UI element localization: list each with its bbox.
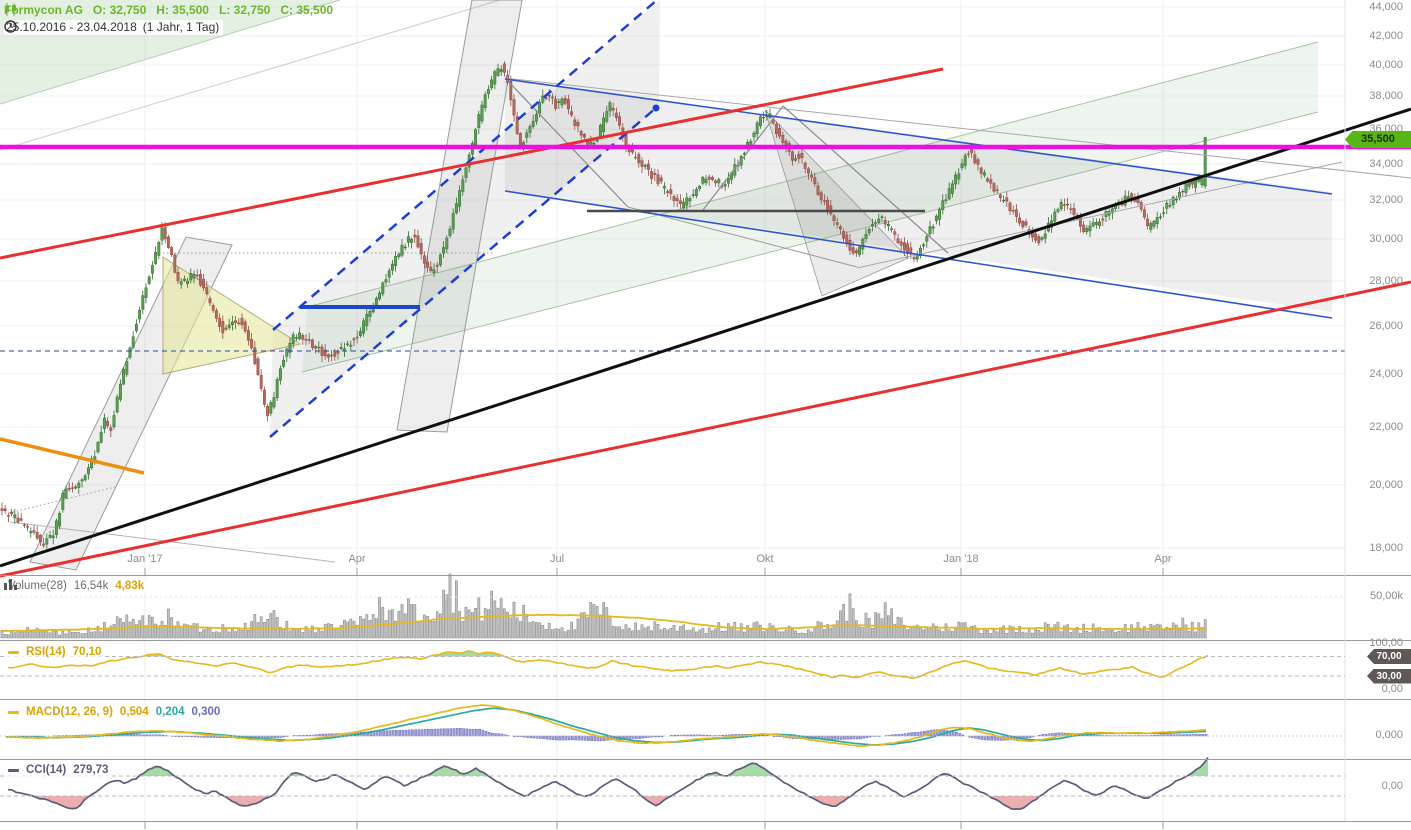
- axis-ticks: [144, 568, 1164, 829]
- price-axis-label: 30,000: [1369, 233, 1403, 245]
- time-axis-label: Apr: [1154, 553, 1172, 565]
- cci-value: 279,73: [73, 764, 109, 776]
- price-axis-label: 38,000: [1369, 90, 1403, 102]
- rsi-70-tag: 70,00: [1367, 649, 1411, 664]
- price-axis-label: 34,000: [1369, 158, 1403, 170]
- rsi-panel-label[interactable]: RSI(14) 70,10: [4, 645, 106, 659]
- rsi-30-tag: 30,00: [1367, 668, 1411, 684]
- price-axis-label: 26,000: [1369, 320, 1403, 332]
- macd-signal-value: 0,204: [155, 706, 185, 718]
- price-axis-label: 24,000: [1369, 368, 1403, 380]
- price-axis-label: 42,000: [1369, 30, 1403, 42]
- trendline-end-dot[interactable]: [652, 104, 660, 112]
- rsi-series: [7, 650, 1209, 680]
- volume-panel-label[interactable]: Volume(28) 16,54k 4,83k: [4, 579, 149, 593]
- low-value: L: 32,750: [218, 3, 271, 17]
- price-axis-label: 18,000: [1369, 542, 1403, 554]
- open-value: O: 32,750: [92, 3, 147, 17]
- bars-icon: [4, 579, 17, 590]
- macd-hist-value: 0,300: [191, 706, 221, 718]
- candlestick-icon: [5, 3, 16, 16]
- dash-icon: [8, 768, 19, 772]
- high-value: H: 35,500: [156, 3, 209, 17]
- time-axis-label: Apr: [348, 553, 366, 565]
- dash-icon: [8, 650, 19, 654]
- dash-icon: [8, 710, 19, 714]
- price-axis-label: 44,000: [1369, 1, 1403, 13]
- macd-name: MACD(12, 26, 9): [26, 706, 113, 718]
- macd-axis-label: 0,000: [1375, 729, 1403, 741]
- rsi-100-label: 100,00: [1369, 637, 1403, 649]
- price-axis-label: 32,000: [1369, 194, 1403, 206]
- cci-series: [7, 757, 1209, 810]
- instrument-header: Formycon AG O: 32,750 H: 35,500 L: 32,75…: [4, 3, 333, 17]
- cci-axis-label: 0,00: [1381, 780, 1403, 792]
- price-axis-label: 40,000: [1369, 59, 1403, 71]
- volume-axis-label: 50,00k: [1369, 590, 1403, 602]
- volume-ma-value: 4,83k: [115, 580, 145, 592]
- price-axis-label: 28,000: [1369, 275, 1403, 287]
- macd-panel-label[interactable]: MACD(12, 26, 9) 0,504 0,204 0,300: [4, 705, 225, 719]
- cci-name: CCI(14): [26, 764, 67, 776]
- price-axis-label: 22,000: [1369, 421, 1403, 433]
- date-range-header: 25.10.2016 - 23.04.2018 (1 Jahr, 1 Tag): [4, 20, 224, 35]
- last-price-tag: 35,500: [1345, 131, 1411, 148]
- time-axis-label: Jan '18: [943, 553, 979, 565]
- close-value: C: 35,500: [280, 3, 334, 17]
- time-axis-label: Jul: [549, 553, 565, 565]
- time-axis-label: Okt: [756, 553, 774, 565]
- rsi-value: 70,10: [72, 646, 102, 658]
- clock-icon: [4, 20, 17, 33]
- rsi-0-label: 0,00: [1381, 683, 1403, 695]
- date-range[interactable]: 25.10.2016 - 23.04.2018: [6, 20, 137, 34]
- timeframe[interactable]: (1 Jahr, 1 Tag): [143, 20, 220, 34]
- macd-value: 0,504: [119, 706, 149, 718]
- time-axis-label: Jan '17: [127, 553, 163, 565]
- rsi-name: RSI(14): [26, 646, 66, 658]
- cci-panel-label[interactable]: CCI(14) 279,73: [4, 763, 113, 777]
- chart-window: Formycon AG O: 32,750 H: 35,500 L: 32,75…: [0, 0, 1411, 830]
- volume-series: [0, 573, 1207, 639]
- price-axis-label: 20,000: [1369, 479, 1403, 491]
- volume-value: 16,54k: [73, 580, 109, 592]
